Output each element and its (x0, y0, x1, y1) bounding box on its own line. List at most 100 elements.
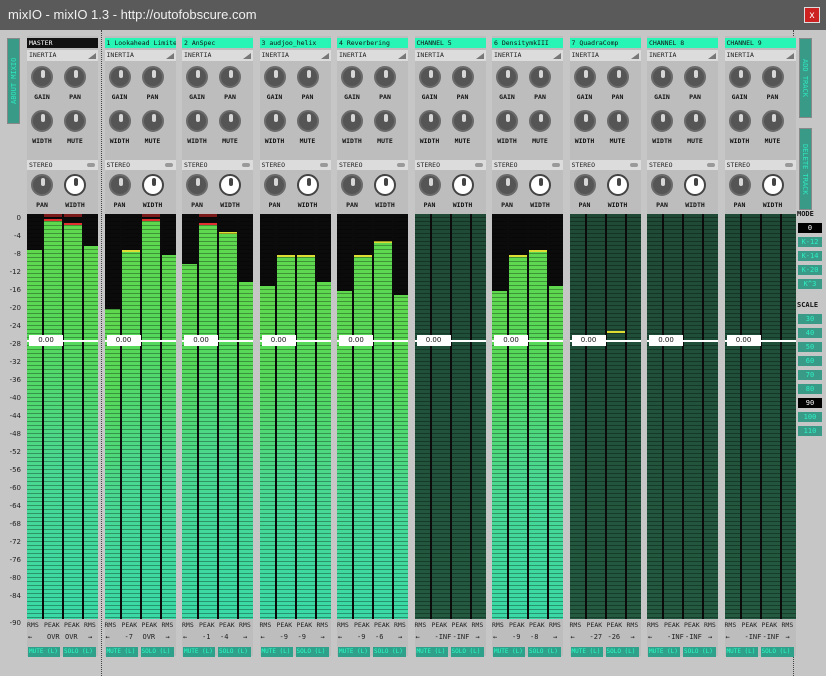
close-button[interactable]: x (804, 7, 820, 23)
solo-button[interactable]: SOLO (L) (140, 647, 174, 657)
meter-area[interactable] (724, 214, 796, 619)
channel-name[interactable]: CHANNEL 8 (647, 38, 718, 48)
mute-knob[interactable] (684, 110, 706, 132)
stereo-width-knob[interactable] (296, 174, 319, 196)
mute-knob[interactable] (374, 110, 396, 132)
stereo-pan-knob[interactable] (108, 174, 131, 196)
channel-name[interactable]: 7 QuadraComp (569, 38, 641, 48)
inertia-select[interactable]: INERTIA (569, 50, 641, 61)
gain-knob[interactable] (186, 66, 208, 88)
mute-button[interactable]: MUTE (L) (260, 647, 293, 657)
width-knob[interactable] (341, 110, 363, 132)
solo-button[interactable]: SOLO (L) (218, 647, 251, 657)
solo-button[interactable]: SOLO (L) (760, 647, 794, 657)
width-knob[interactable] (728, 110, 751, 132)
stereo-width-knob[interactable] (451, 174, 474, 196)
stereo-width-knob[interactable] (219, 174, 241, 196)
mode-button[interactable]: 0 (798, 223, 822, 233)
mute-button[interactable]: MUTE (L) (570, 647, 603, 657)
mute-button[interactable]: MUTE (L) (648, 647, 680, 657)
meter-area[interactable] (414, 214, 486, 619)
stereo-width-knob[interactable] (761, 174, 784, 196)
meter-area[interactable] (337, 214, 408, 619)
channel-name[interactable]: MASTER (27, 38, 98, 48)
stereo-width-knob[interactable] (606, 174, 629, 196)
scale-button[interactable]: 60 (798, 356, 822, 366)
pan-knob[interactable] (64, 66, 86, 88)
mute-button[interactable]: MUTE (L) (415, 647, 448, 657)
scale-button[interactable]: 50 (798, 342, 822, 352)
mode-button[interactable]: K^3 (798, 279, 822, 289)
gain-knob[interactable] (728, 66, 751, 88)
stereo-pan-knob[interactable] (31, 174, 53, 196)
solo-button[interactable]: SOLO (L) (450, 647, 484, 657)
stereo-width-knob[interactable] (529, 174, 551, 196)
mute-button[interactable]: MUTE (L) (105, 647, 138, 657)
inertia-select[interactable]: INERTIA (337, 50, 408, 61)
mute-knob[interactable] (529, 110, 551, 132)
mute-knob[interactable] (451, 110, 474, 132)
gain-knob[interactable] (651, 66, 673, 88)
mode-button[interactable]: K-12 (798, 237, 822, 247)
inertia-select[interactable]: INERTIA (259, 50, 331, 61)
inertia-select[interactable]: INERTIA (492, 50, 563, 61)
pan-knob[interactable] (529, 66, 551, 88)
fader-value[interactable]: 0.00 (184, 335, 218, 346)
mute-button[interactable]: MUTE (L) (725, 647, 758, 657)
stereo-width-knob[interactable] (64, 174, 86, 196)
stereo-width-knob[interactable] (374, 174, 396, 196)
gain-knob[interactable] (341, 66, 363, 88)
channel-name[interactable]: 3 audjoo_helix (259, 38, 331, 48)
scale-button[interactable]: 30 (798, 314, 822, 324)
gain-knob[interactable] (263, 66, 286, 88)
meter-area[interactable] (569, 214, 641, 619)
fader-value[interactable]: 0.00 (29, 335, 63, 346)
about-button[interactable]: ABOUT MIXIO (7, 38, 20, 124)
channel-name[interactable]: CHANNEL 5 (414, 38, 486, 48)
stereo-pan-knob[interactable] (263, 174, 286, 196)
mute-knob[interactable] (296, 110, 319, 132)
inertia-select[interactable]: INERTIA (724, 50, 796, 61)
pan-knob[interactable] (761, 66, 784, 88)
stereo-pan-knob[interactable] (418, 174, 441, 196)
solo-button[interactable]: SOLO (L) (373, 647, 406, 657)
stereo-pan-knob[interactable] (573, 174, 596, 196)
fader-value[interactable]: 0.00 (726, 335, 761, 346)
delete-track-button[interactable]: DELETE TRACK (799, 128, 812, 210)
mode-button[interactable]: K-14 (798, 251, 822, 261)
solo-button[interactable]: SOLO (L) (295, 647, 329, 657)
stereo-pan-knob[interactable] (186, 174, 208, 196)
width-knob[interactable] (418, 110, 441, 132)
mute-button[interactable]: MUTE (L) (28, 647, 60, 657)
width-knob[interactable] (186, 110, 208, 132)
meter-area[interactable] (492, 214, 563, 619)
mute-knob[interactable] (141, 110, 164, 132)
mute-knob[interactable] (761, 110, 784, 132)
width-knob[interactable] (31, 110, 53, 132)
pan-knob[interactable] (219, 66, 241, 88)
scale-button[interactable]: 70 (798, 370, 822, 380)
meter-area[interactable] (27, 214, 98, 619)
width-knob[interactable] (651, 110, 673, 132)
meter-area[interactable] (259, 214, 331, 619)
stereo-pan-knob[interactable] (496, 174, 518, 196)
fader-value[interactable]: 0.00 (416, 335, 451, 346)
meter-area[interactable] (647, 214, 718, 619)
pan-knob[interactable] (606, 66, 629, 88)
gain-knob[interactable] (108, 66, 131, 88)
mute-knob[interactable] (219, 110, 241, 132)
stereo-pan-knob[interactable] (728, 174, 751, 196)
mute-button[interactable]: MUTE (L) (338, 647, 370, 657)
inertia-select[interactable]: INERTIA (414, 50, 486, 61)
width-knob[interactable] (573, 110, 596, 132)
channel-name[interactable]: 6 DensitymkIII (492, 38, 563, 48)
fader-value[interactable]: 0.00 (339, 335, 373, 346)
channel-name[interactable]: CHANNEL 9 (724, 38, 796, 48)
mute-button[interactable]: MUTE (L) (183, 647, 215, 657)
stereo-pan-knob[interactable] (341, 174, 363, 196)
fader-value[interactable]: 0.00 (649, 335, 683, 346)
inertia-select[interactable]: INERTIA (104, 50, 176, 61)
solo-button[interactable]: SOLO (L) (528, 647, 561, 657)
meter-area[interactable] (104, 214, 176, 619)
width-knob[interactable] (263, 110, 286, 132)
